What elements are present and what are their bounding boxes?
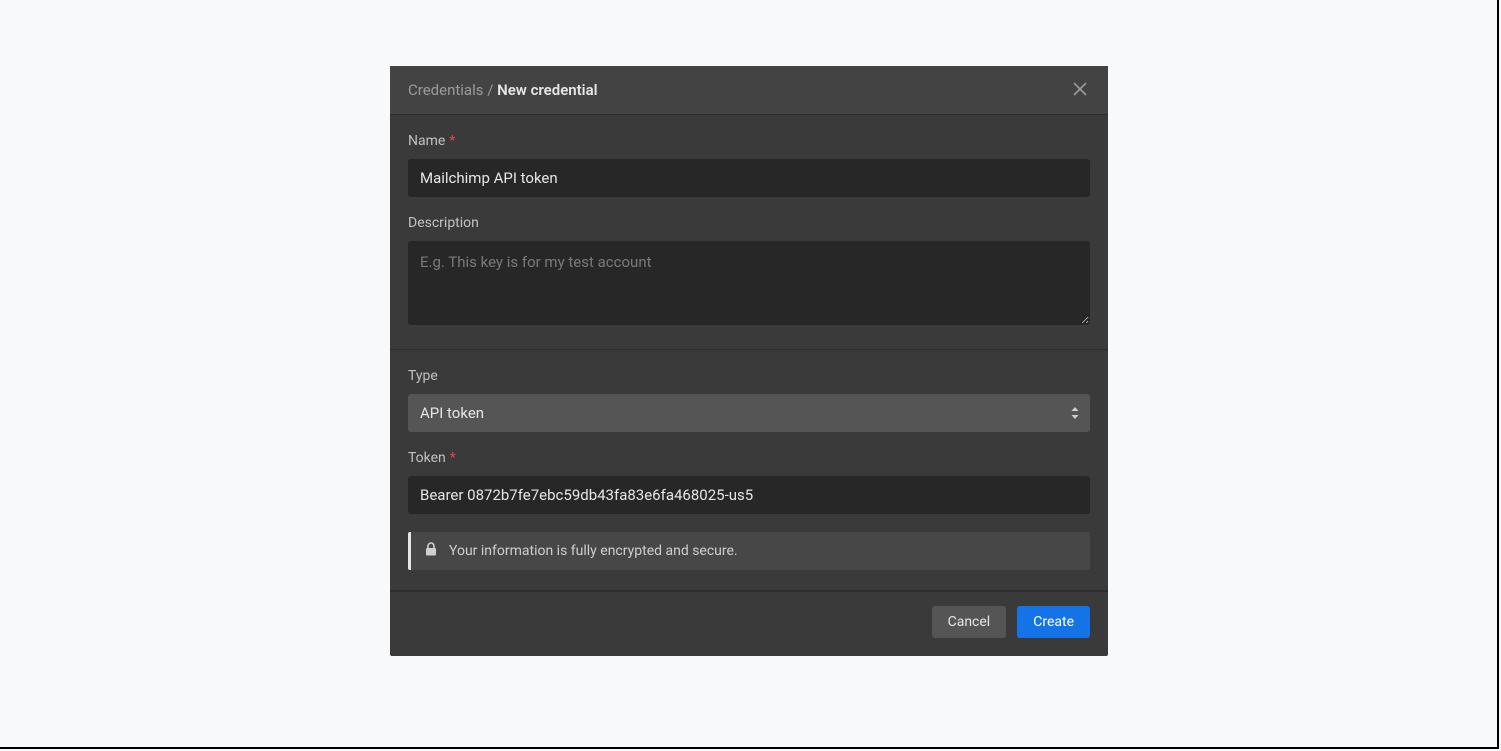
new-credential-modal: Credentials / New credential Name* Descr… (390, 66, 1108, 656)
required-marker: * (450, 450, 456, 466)
create-button[interactable]: Create (1017, 606, 1090, 638)
encryption-banner: Your information is fully encrypted and … (408, 532, 1090, 570)
token-label: Token* (408, 450, 1090, 466)
section-general: Name* Description (390, 115, 1108, 350)
modal-footer: Cancel Create (390, 591, 1108, 656)
name-label: Name* (408, 133, 1090, 149)
lock-icon (425, 542, 437, 560)
field-token: Token* (408, 450, 1090, 514)
close-button[interactable] (1070, 80, 1090, 100)
required-marker: * (449, 133, 455, 149)
type-label: Type (408, 368, 1090, 384)
field-type: Type API token (408, 368, 1090, 432)
close-icon (1073, 82, 1087, 99)
description-input[interactable] (408, 241, 1090, 325)
encryption-banner-text: Your information is fully encrypted and … (449, 543, 738, 559)
breadcrumb-sep: / (483, 81, 497, 99)
field-description: Description (408, 215, 1090, 329)
modal-header: Credentials / New credential (390, 66, 1108, 115)
token-input[interactable] (408, 476, 1090, 514)
description-label: Description (408, 215, 1090, 231)
type-select[interactable]: API token (408, 394, 1090, 432)
field-name: Name* (408, 133, 1090, 197)
breadcrumb: Credentials / New credential (408, 81, 598, 99)
breadcrumb-root: Credentials (408, 81, 483, 99)
section-credential: Type API token Token* Your information i… (390, 350, 1108, 591)
name-input[interactable] (408, 159, 1090, 197)
cancel-button[interactable]: Cancel (932, 606, 1007, 638)
breadcrumb-current: New credential (497, 81, 597, 99)
